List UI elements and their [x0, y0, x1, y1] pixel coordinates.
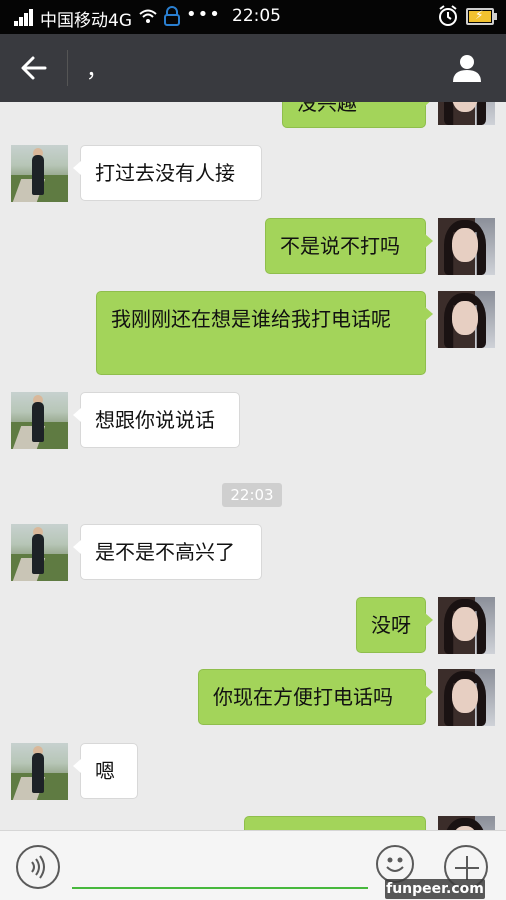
status-bar: 中国移动4G ••• 22:05 ⚡: [0, 0, 506, 34]
message-bubble-received[interactable]: 打过去没有人接: [73, 145, 262, 201]
chat-header: ，: [0, 34, 506, 102]
chat-title: ，: [86, 58, 109, 83]
contact-avatar[interactable]: [11, 524, 68, 581]
message-list[interactable]: 没兴趣 打过去没有人接 不是说不打吗 我刚刚还在想是谁给我打电话呢 想跟你说说话…: [0, 102, 506, 830]
carrier-label: 中国移动4G: [40, 11, 132, 31]
my-avatar[interactable]: [438, 291, 495, 348]
signal-icon: [14, 8, 36, 26]
lock-icon: [163, 6, 181, 26]
watermark: funpeer.com: [385, 879, 485, 899]
message-bubble-sent[interactable]: 没兴趣: [282, 102, 433, 128]
person-icon[interactable]: [451, 52, 483, 84]
message-bubble-sent[interactable]: 没呀: [356, 597, 433, 653]
battery-icon: ⚡: [466, 8, 497, 25]
my-avatar[interactable]: [438, 597, 495, 654]
message-timestamp: 22:03: [222, 483, 282, 507]
my-avatar[interactable]: [438, 218, 495, 275]
wifi-icon: [138, 7, 158, 30]
message-input[interactable]: [72, 847, 368, 889]
alarm-icon: [437, 5, 459, 27]
message-bubble-sent[interactable]: 不是说不打吗: [265, 218, 433, 274]
contact-avatar[interactable]: [11, 392, 68, 449]
contact-avatar[interactable]: [11, 145, 68, 202]
message-bubble-received[interactable]: 想跟你说说话: [73, 392, 240, 448]
message-bubble-sent[interactable]: [244, 816, 426, 830]
message-bubble-sent[interactable]: 你现在方便打电话吗: [198, 669, 433, 725]
message-bubble-sent[interactable]: 我刚刚还在想是谁给我打电话呢: [96, 291, 433, 375]
my-avatar[interactable]: [438, 102, 495, 125]
more-dots: •••: [186, 4, 221, 25]
my-avatar[interactable]: [438, 669, 495, 726]
voice-icon[interactable]: [16, 845, 60, 889]
message-bubble-received[interactable]: 是不是不高兴了: [73, 524, 262, 580]
emoji-icon[interactable]: [376, 845, 414, 883]
message-bubble-received[interactable]: 嗯: [73, 743, 138, 799]
header-divider: [67, 50, 68, 86]
back-arrow-icon[interactable]: [20, 54, 48, 82]
contact-avatar[interactable]: [11, 743, 68, 800]
clock: 22:05: [232, 6, 281, 26]
my-avatar[interactable]: [438, 816, 495, 830]
